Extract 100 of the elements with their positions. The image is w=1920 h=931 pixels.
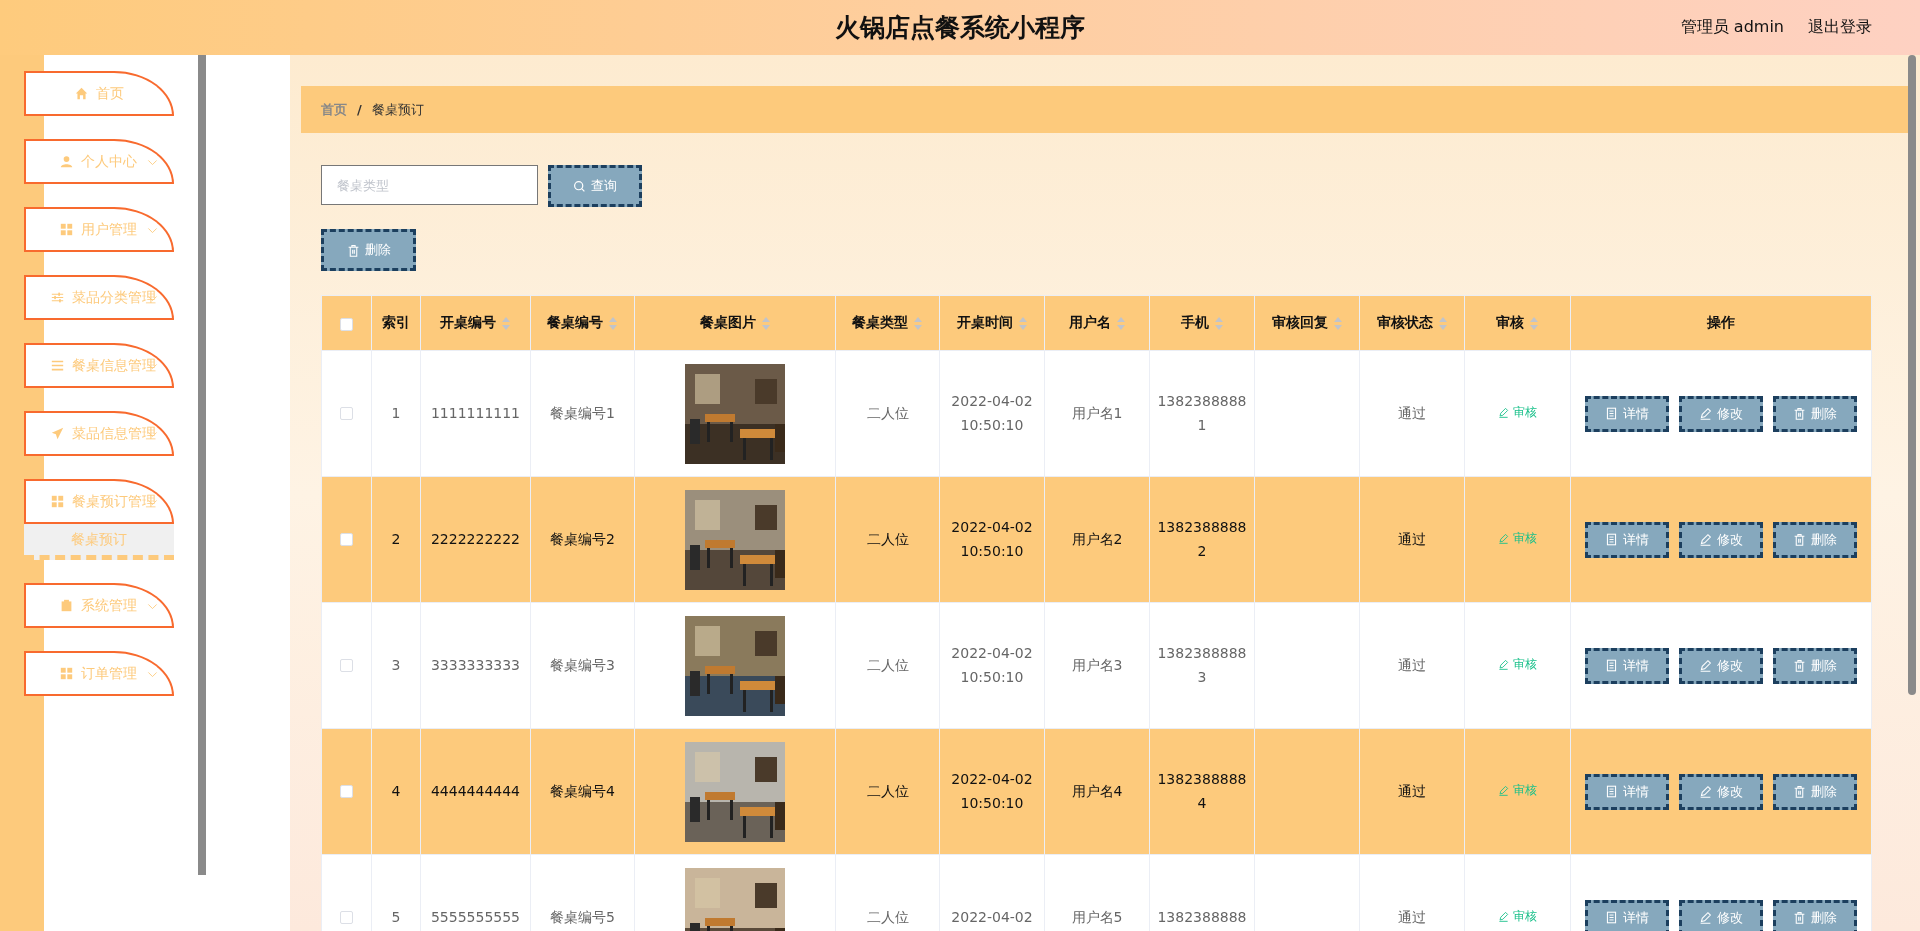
action-button[interactable]: 删除: [1773, 647, 1857, 684]
sort-icon: [501, 315, 511, 331]
row-checkbox[interactable]: [340, 785, 353, 799]
column-header: 用户名: [1068, 314, 1111, 332]
table-cell: 二人位: [866, 908, 909, 925]
table-cell: 用户名2: [1071, 530, 1123, 547]
table-cell: 通过: [1398, 530, 1426, 547]
table-cell: 4: [391, 782, 401, 799]
review-link[interactable]: 审核: [1498, 401, 1537, 423]
action-button[interactable]: 删除: [1773, 395, 1857, 432]
action-button[interactable]: 删除: [1773, 521, 1857, 558]
table-cell: 餐桌编号2: [550, 530, 615, 547]
table-cell: 餐桌编号4: [550, 782, 615, 799]
table-cell: 餐桌编号1: [550, 404, 615, 421]
chevron-down-icon: [147, 669, 158, 680]
table-cell: 2022-04-02 10:50:10: [951, 644, 1033, 685]
chevron-down-icon: [147, 429, 158, 440]
table-cell: 通过: [1398, 908, 1426, 925]
document-icon: [1605, 407, 1618, 420]
search-icon: [573, 179, 586, 193]
sort-icon: [1529, 315, 1539, 331]
delete-button[interactable]: 删除: [321, 229, 416, 271]
column-header: 餐桌类型: [852, 314, 908, 332]
chevron-down-icon: [147, 361, 158, 372]
sidebar-item[interactable]: 用户管理: [24, 207, 174, 252]
scrollbar[interactable]: [198, 55, 206, 875]
review-link[interactable]: 审核: [1498, 527, 1537, 549]
table-cell: 2: [391, 530, 401, 547]
action-button[interactable]: 详情: [1585, 521, 1669, 558]
pencil-icon: [1699, 659, 1712, 672]
table-cell: 13823888884: [1157, 770, 1247, 811]
sidebar-item[interactable]: 系统管理: [24, 583, 174, 628]
review-link[interactable]: 审核: [1498, 779, 1537, 801]
row-checkbox[interactable]: [340, 911, 353, 925]
sort-icon: [1115, 315, 1126, 331]
column-header: 审核状态: [1376, 314, 1433, 332]
sidebar-item[interactable]: 订单管理: [24, 651, 174, 696]
column-header: 审核: [1496, 314, 1524, 332]
table-cell: 13823888883: [1157, 644, 1247, 685]
chevron-down-icon: [147, 497, 158, 508]
row-checkbox[interactable]: [340, 659, 353, 673]
submenu-item[interactable]: 餐桌预订: [24, 524, 174, 560]
pencil-icon: [1699, 407, 1712, 420]
action-button[interactable]: 详情: [1585, 647, 1669, 684]
table-cell: 通过: [1398, 656, 1426, 673]
column-header: 餐桌编号: [547, 314, 603, 332]
select-all-checkbox[interactable]: [340, 317, 353, 331]
review-link[interactable]: 审核: [1498, 905, 1537, 927]
sidebar-item[interactable]: 菜品分类管理: [24, 275, 174, 320]
breadcrumb-item[interactable]: 首页: [321, 100, 347, 119]
table-cell: 用户名3: [1071, 656, 1123, 673]
sidebar-item[interactable]: 个人中心: [24, 139, 174, 184]
document-icon: [1605, 659, 1618, 672]
sidebar-item[interactable]: 菜品信息管理: [24, 411, 174, 456]
table-cell: 通过: [1398, 404, 1426, 421]
sliders-icon: [51, 291, 64, 304]
action-button[interactable]: 详情: [1585, 395, 1669, 432]
action-button[interactable]: 详情: [1585, 899, 1669, 931]
sort-icon: [608, 315, 618, 331]
sidebar-item[interactable]: 首页: [24, 71, 174, 116]
row-checkbox[interactable]: [340, 407, 353, 421]
table-cell: 用户名4: [1071, 782, 1123, 799]
action-button[interactable]: 删除: [1773, 773, 1857, 810]
action-button[interactable]: 删除: [1773, 899, 1857, 931]
document-icon: [1605, 785, 1618, 798]
pencil-icon: [1699, 911, 1712, 924]
table-cell: 1111111111: [430, 404, 521, 421]
document-icon: [1605, 533, 1618, 546]
trash-icon: [1793, 785, 1806, 798]
table-cell: 3: [391, 656, 401, 673]
grid-icon: [60, 223, 73, 236]
table-cell: 1: [391, 404, 401, 421]
table-cell: 2022-04-02 10:50:10: [951, 518, 1033, 559]
sidebar-item[interactable]: 餐桌预订管理: [24, 479, 174, 524]
sort-icon: [1437, 315, 1448, 331]
table-cell: 二人位: [866, 656, 909, 673]
column-header: 操作: [1707, 314, 1735, 332]
review-link[interactable]: 审核: [1498, 653, 1537, 675]
action-button[interactable]: 修改: [1679, 899, 1763, 931]
action-button[interactable]: 详情: [1585, 773, 1669, 810]
sort-icon: [913, 315, 923, 331]
sort-icon: [1332, 315, 1343, 331]
logout-link[interactable]: 退出登录: [1808, 17, 1872, 38]
pencil-icon: [1498, 910, 1509, 922]
sidebar-item[interactable]: 餐桌信息管理: [24, 343, 174, 388]
pencil-icon: [1498, 658, 1509, 670]
chevron-down-icon: [147, 157, 158, 168]
action-button[interactable]: 修改: [1679, 521, 1763, 558]
search-field[interactable]: 餐桌类型: [321, 165, 538, 205]
table-cell: 2222222222: [430, 530, 521, 547]
search-button[interactable]: 查询: [548, 165, 642, 207]
chevron-down-icon: [147, 601, 158, 612]
action-button[interactable]: 修改: [1679, 395, 1763, 432]
sort-icon: [1213, 315, 1224, 331]
action-button[interactable]: 修改: [1679, 773, 1763, 810]
action-button[interactable]: 修改: [1679, 647, 1763, 684]
row-checkbox[interactable]: [340, 533, 353, 547]
chevron-down-icon: [147, 225, 158, 236]
scrollbar[interactable]: [1908, 55, 1916, 695]
app-title: 火锅店点餐系统小程序: [835, 12, 1085, 44]
